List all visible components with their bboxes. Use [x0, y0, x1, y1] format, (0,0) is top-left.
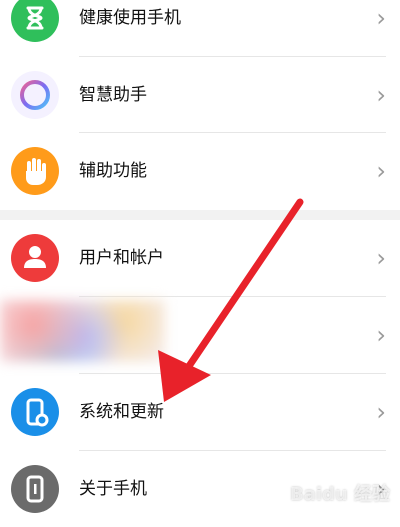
annotation-arrow-head	[158, 350, 211, 402]
annotation-arrow-shaft	[179, 198, 304, 379]
watermark: Baidu 经验	[289, 484, 390, 505]
annotation-arrow	[158, 198, 304, 402]
